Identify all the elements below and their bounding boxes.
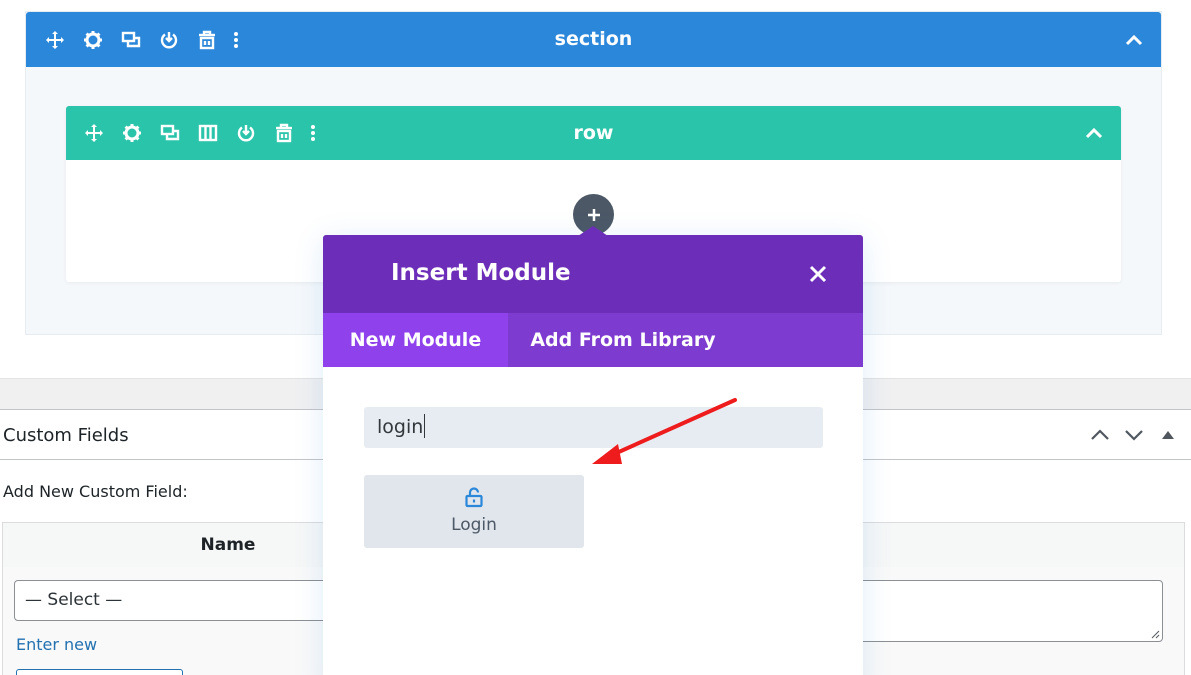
page-canvas: section row Custom Fields Add New Custom… [0, 0, 1191, 675]
row-toolbar: row [66, 106, 1121, 160]
custom-fields-title: Custom Fields [3, 425, 129, 446]
add-custom-field-button[interactable] [16, 669, 183, 675]
module-option-login[interactable]: Login [364, 475, 584, 548]
close-button[interactable] [807, 263, 829, 285]
resize-grip-icon[interactable] [1150, 629, 1160, 639]
metabox-controls [1087, 410, 1181, 460]
modal-tabs: New Module Add From Library [323, 313, 863, 367]
move-up-icon[interactable] [1087, 422, 1113, 448]
move-down-icon[interactable] [1121, 422, 1147, 448]
close-x-icon [809, 265, 827, 283]
module-option-label: Login [451, 515, 497, 535]
add-new-custom-field-label: Add New Custom Field: [3, 482, 188, 501]
chevron-up-icon [1085, 127, 1103, 139]
insert-module-modal: Insert Module New Module Add From Librar… [323, 235, 863, 675]
unlock-padlock-icon [364, 486, 584, 508]
section-title: section [554, 28, 633, 50]
tab-add-from-library[interactable]: Add From Library [508, 313, 738, 367]
toggle-panel-icon[interactable] [1155, 422, 1181, 448]
search-input-value: login [377, 416, 424, 438]
text-cursor [424, 414, 426, 438]
section-toolbar: section [26, 12, 1161, 67]
modal-pointer [578, 226, 608, 236]
section-collapse-toggle[interactable] [1125, 12, 1143, 67]
custom-field-name-select[interactable]: — Select — [14, 580, 334, 621]
row-title: row [573, 122, 614, 144]
modal-title: Insert Module [391, 260, 571, 286]
enter-new-link[interactable]: Enter new [16, 635, 97, 654]
tab-new-module[interactable]: New Module [323, 313, 508, 367]
custom-field-value-textarea[interactable] [840, 580, 1163, 642]
modal-header: Insert Module [323, 235, 863, 313]
row-collapse-toggle[interactable] [1085, 106, 1103, 160]
module-search-input[interactable]: login [364, 407, 823, 448]
plus-icon [587, 208, 600, 221]
chevron-up-icon [1125, 34, 1143, 45]
